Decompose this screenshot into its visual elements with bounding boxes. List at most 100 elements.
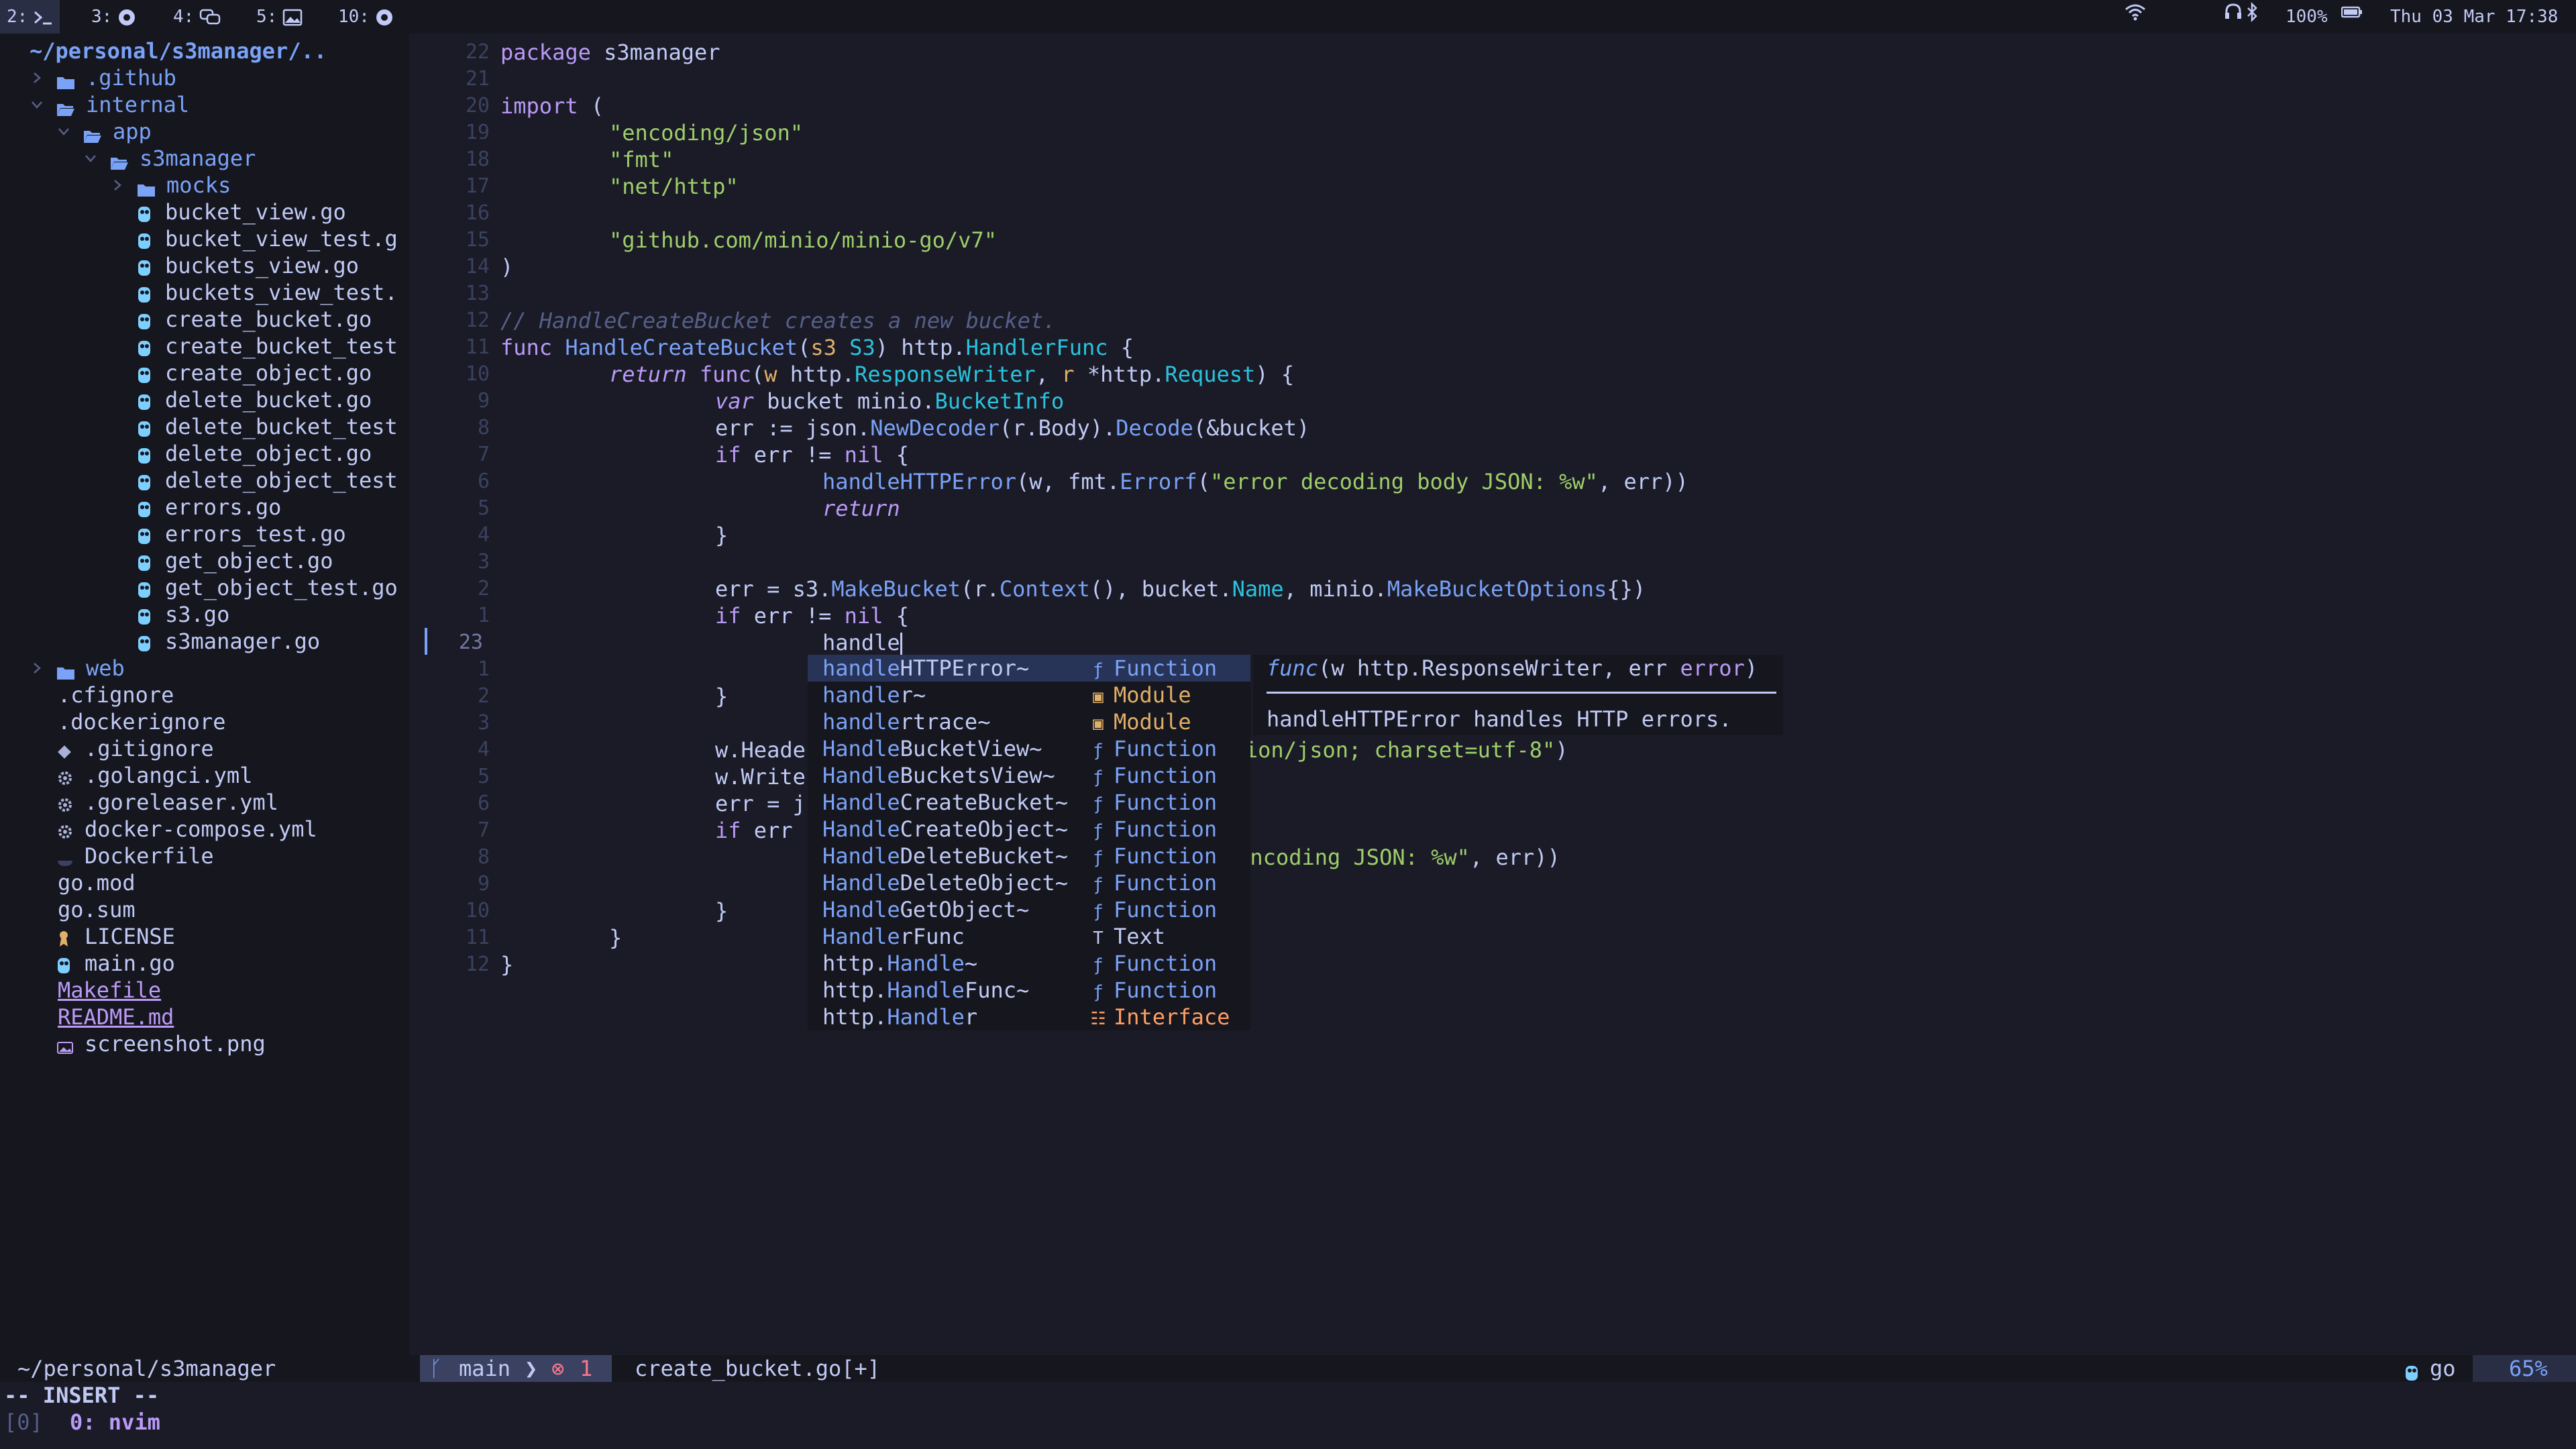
completion-item[interactable]: HandleGetObject~ ƒ Function: [808, 896, 1250, 923]
chevron-right-icon[interactable]: [31, 64, 44, 91]
completion-label: HandleDeleteObject~: [822, 869, 1068, 896]
line-number: 2: [477, 577, 490, 600]
workspace-5[interactable]: 5:: [250, 0, 309, 34]
code-token: }: [715, 523, 729, 548]
code-line: func HandleCreateBucket(s3 S3) http.Hand…: [500, 334, 1134, 361]
completion-kind: ƒ Function: [1088, 816, 1217, 845]
tree-file[interactable]: delete_bucket.go: [0, 386, 409, 413]
completion-item[interactable]: HandleCreateBucket~ ƒ Function: [808, 789, 1250, 816]
code-token: (: [1197, 469, 1210, 494]
tree-file[interactable]: errors.go: [0, 494, 409, 521]
tree-folder[interactable]: web: [0, 655, 409, 682]
line-number: 9: [477, 389, 490, 413]
tree-file[interactable]: .goreleaser.yml: [0, 789, 409, 816]
tree-folder[interactable]: .github: [0, 64, 409, 91]
chevron-right-icon[interactable]: [111, 172, 125, 199]
tmux-window[interactable]: 0: nvim: [70, 1409, 160, 1436]
tree-file[interactable]: bucket_view.go: [0, 199, 409, 225]
tree-folder[interactable]: mocks: [0, 172, 409, 199]
tree-file[interactable]: get_object.go: [0, 547, 409, 574]
error-count[interactable]: 1: [580, 1355, 592, 1382]
completion-item[interactable]: http.Handler ☷ Interface: [808, 1004, 1250, 1030]
tree-file[interactable]: create_bucket_test: [0, 333, 409, 360]
completion-kind-label: Function: [1114, 843, 1218, 869]
code-line: err = j: [715, 790, 806, 817]
completion-kind-label: Text: [1114, 924, 1166, 949]
function-kind-icon: ƒ: [1093, 794, 1104, 814]
tree-file[interactable]: get_object_test.go: [0, 574, 409, 601]
workspace-2[interactable]: 2:: [0, 0, 60, 34]
tree-root-path[interactable]: ~/personal/s3manager/..: [30, 38, 327, 64]
status-filename: create_bucket.go[+]: [635, 1356, 881, 1381]
tree-file[interactable]: screenshot.png: [0, 1030, 409, 1057]
completion-label: handler~: [822, 682, 926, 708]
tree-item-label: create_object.go: [165, 360, 372, 386]
chevron-down-icon[interactable]: [85, 145, 98, 172]
tree-file[interactable]: s3.go: [0, 601, 409, 628]
tree-file[interactable]: errors_test.go: [0, 521, 409, 547]
browser-icon: [375, 7, 394, 27]
code-token: Errorf: [1120, 469, 1197, 494]
completion-match: Handle: [822, 843, 900, 869]
tree-file[interactable]: delete_object.go: [0, 440, 409, 467]
tree-file[interactable]: .golangci.yml: [0, 762, 409, 789]
line-number: 2: [477, 684, 490, 708]
workspace-3[interactable]: 3:: [85, 0, 143, 34]
tree-file[interactable]: LICENSE: [0, 923, 409, 950]
completion-item[interactable]: HandleCreateObject~ ƒ Function: [808, 816, 1250, 843]
completion-kind-label: Function: [1114, 736, 1218, 761]
code-token: nil: [844, 442, 883, 468]
code-token: "error decoding body JSON: %w": [1210, 469, 1598, 494]
tree-folder[interactable]: s3manager: [0, 145, 409, 172]
completion-item[interactable]: http.HandleFunc~ ƒ Function: [808, 977, 1250, 1004]
line-number: 4: [477, 738, 490, 761]
tree-file[interactable]: delete_object_test: [0, 467, 409, 494]
function-kind-icon: ƒ: [1093, 767, 1104, 788]
completion-item[interactable]: HandleBucketsView~ ƒ Function: [808, 762, 1250, 789]
code-token: w: [764, 362, 777, 387]
tree-file[interactable]: go.sum: [0, 896, 409, 923]
completion-item[interactable]: http.Handle~ ƒ Function: [808, 950, 1250, 977]
tree-file[interactable]: buckets_view_test.: [0, 279, 409, 306]
tree-file[interactable]: buckets_view.go: [0, 252, 409, 279]
chevron-down-icon[interactable]: [58, 118, 71, 145]
completion-item[interactable]: handlertrace~ ▣ Module: [808, 708, 1250, 735]
completion-item[interactable]: HandlerFunc T Text: [808, 923, 1250, 950]
code-token: ) http.: [875, 335, 966, 360]
completion-item[interactable]: HandleDeleteBucket~ ƒ Function: [808, 843, 1250, 869]
git-branch[interactable]: main: [459, 1355, 511, 1382]
tree-file[interactable]: main.go: [0, 950, 409, 977]
tree-folder[interactable]: app: [0, 118, 409, 145]
code-line: "github.com/minio/minio-go/v7": [609, 227, 997, 254]
code-token: return: [609, 362, 687, 387]
tmux-session[interactable]: [0]: [4, 1409, 43, 1436]
workspace-10[interactable]: 10:: [331, 0, 400, 34]
tree-file[interactable]: README.md: [0, 1004, 409, 1030]
tree-file[interactable]: .gitignore: [0, 735, 409, 762]
code-token: (w, fmt.: [1016, 469, 1120, 494]
tree-file[interactable]: s3manager.go: [0, 628, 409, 655]
chevron-down-icon[interactable]: [31, 91, 44, 118]
tree-file[interactable]: delete_bucket_test: [0, 413, 409, 440]
tree-file[interactable]: create_bucket.go: [0, 306, 409, 333]
completion-item[interactable]: handleHTTPError~ ƒ Function: [808, 655, 1250, 682]
tree-folder[interactable]: internal: [0, 91, 409, 118]
tree-file[interactable]: go.mod: [0, 869, 409, 896]
completion-item[interactable]: HandleDeleteObject~ ƒ Function: [808, 869, 1250, 896]
code-token: bucket minio.: [753, 388, 935, 414]
completion-item[interactable]: handler~ ▣ Module: [808, 682, 1250, 708]
workspace-label: 5:: [256, 7, 278, 27]
code-token: package: [500, 40, 591, 65]
chevron-right-icon[interactable]: [31, 655, 44, 682]
tree-file[interactable]: .cfignore: [0, 682, 409, 708]
completion-kind: ƒ Function: [1088, 869, 1217, 898]
line-number: 11: [465, 335, 490, 359]
tree-file[interactable]: create_object.go: [0, 360, 409, 386]
workspace-4[interactable]: 4:: [166, 0, 227, 34]
tree-file[interactable]: bucket_view_test.g: [0, 225, 409, 252]
tree-file[interactable]: Dockerfile: [0, 843, 409, 869]
completion-item[interactable]: HandleBucketView~ ƒ Function: [808, 735, 1250, 762]
tree-file[interactable]: Makefile: [0, 977, 409, 1004]
tree-file[interactable]: .dockerignore: [0, 708, 409, 735]
tree-file[interactable]: docker-compose.yml: [0, 816, 409, 843]
